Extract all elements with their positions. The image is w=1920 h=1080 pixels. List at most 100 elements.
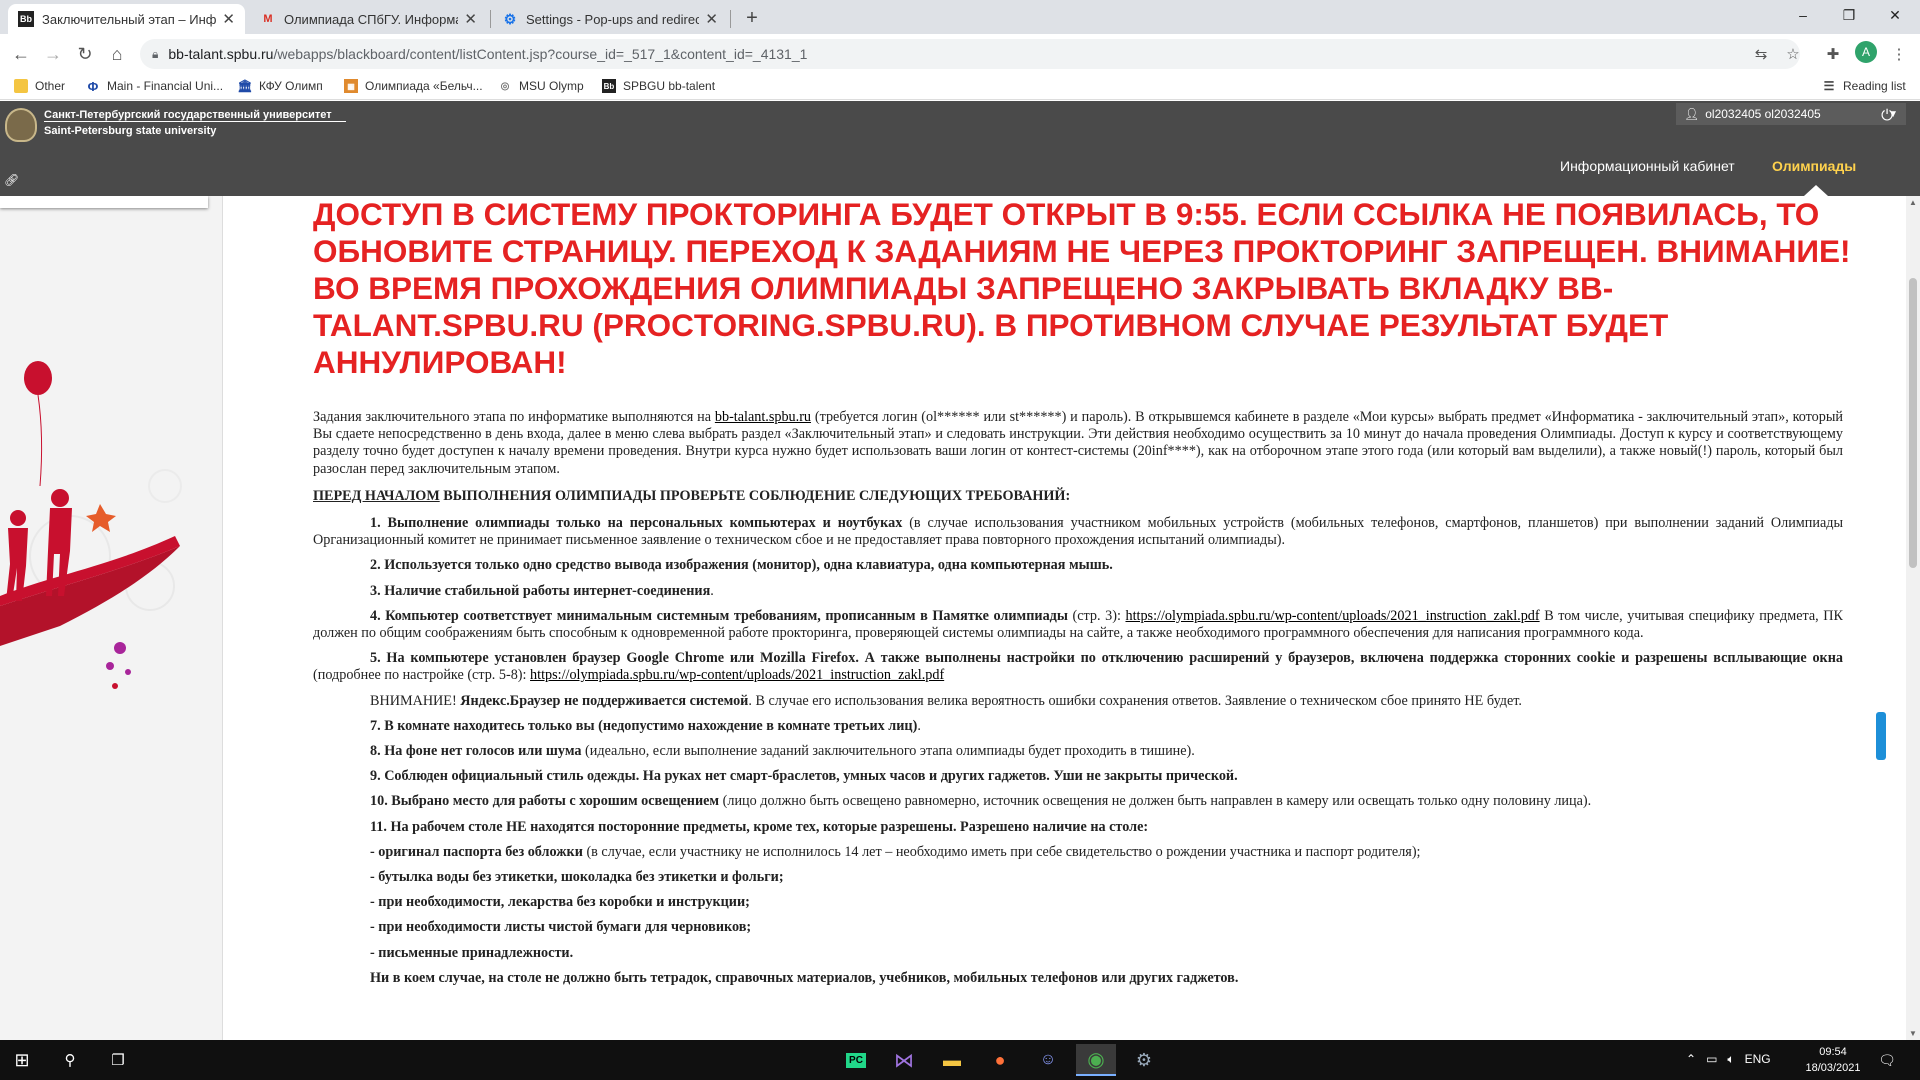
user-icon: 👤︎: [1684, 107, 1700, 121]
gear-icon: ⚙: [503, 10, 517, 27]
back-icon[interactable]: ←: [8, 41, 34, 67]
reading-list[interactable]: ☰ Reading list: [1822, 76, 1906, 96]
tab-separator: [730, 10, 731, 28]
side-widget-tab[interactable]: [1876, 712, 1886, 760]
start-icon[interactable]: ⊞: [2, 1044, 42, 1076]
close-icon[interactable]: ✕: [222, 10, 235, 28]
scroll-down-icon[interactable]: ▼: [1909, 1029, 1917, 1038]
nav-info-cabinet[interactable]: Информационный кабинет: [1560, 158, 1735, 174]
extensions-icon[interactable]: ✚: [1820, 41, 1846, 67]
tab-gmail[interactable]: M Олимпиада СПбГУ. Информати ✕: [250, 4, 487, 34]
note-bold: Ни в коем случае, на столе не должно быт…: [370, 969, 1239, 986]
tab-label: Settings - Pop-ups and redirects: [526, 11, 700, 27]
circle-icon: ◎: [500, 80, 510, 92]
nav-olympiads[interactable]: Олимпиады: [1772, 158, 1856, 174]
blackboard-icon: Bb: [18, 11, 34, 27]
user-menu[interactable]: 👤︎ ol2032405 ol2032405 ▼: [1676, 103, 1906, 125]
volume-icon[interactable]: 🔈︎: [1727, 1052, 1734, 1067]
requirement-9: 9. Соблюден официальный стиль одежды. На…: [313, 768, 1843, 785]
close-icon[interactable]: ✕: [464, 10, 477, 28]
bookmark-other[interactable]: Other: [14, 76, 65, 96]
allowed-item: - оригинал паспорта без обложки (в случа…: [313, 844, 1843, 861]
language-indicator[interactable]: ENG: [1745, 1052, 1771, 1067]
requirement-bold: 1. Выполнение олимпиады только на персон…: [370, 515, 903, 532]
page-scrollbar[interactable]: ▲ ▼: [1906, 196, 1920, 1040]
item-bold: - письменные принадлежности.: [370, 944, 574, 961]
discord-icon[interactable]: ☺: [1028, 1044, 1068, 1076]
new-tab-button[interactable]: +: [738, 4, 766, 32]
tab-separator: [490, 10, 491, 28]
bookmark-belch[interactable]: ▦ Олимпиада «Бельч...: [344, 76, 483, 96]
bb-talant-link[interactable]: bb-talant.spbu.ru: [715, 409, 811, 425]
bookmark-spbgu[interactable]: Bb SPBGU bb-talent: [602, 76, 715, 96]
allowed-item: - письменные принадлежности.: [313, 945, 1843, 962]
reading-list-label: Reading list: [1843, 79, 1906, 93]
translate-icon[interactable]: ⇆: [1748, 41, 1774, 67]
bookmark-msu[interactable]: ◎ MSU Olymp: [498, 76, 584, 96]
star-icon[interactable]: ☆: [1780, 41, 1806, 67]
address-bar[interactable]: 🔒︎ bb-talant.spbu.ru/webapps/blackboard/…: [140, 39, 1800, 69]
home-icon[interactable]: ⌂: [104, 41, 130, 67]
requirement-10: 10. Выбрано место для работы с хорошим о…: [313, 793, 1843, 810]
bookmark-label: MSU Olymp: [519, 79, 584, 93]
clock-date: 18/03/2021: [1805, 1062, 1861, 1074]
instructions-body: Задания заключительного этапа по информа…: [313, 409, 1843, 995]
forward-icon[interactable]: →: [40, 41, 66, 67]
instruction-pdf-link[interactable]: https://olympiada.spbu.ru/wp-content/upl…: [1125, 608, 1539, 624]
bookmark-label: Main - Financial Uni...: [107, 79, 224, 93]
reload-icon[interactable]: ↻: [72, 41, 98, 67]
warning-text: . В случае его использования велика веро…: [748, 692, 1522, 709]
clock[interactable]: 09:54 18/03/2021: [1796, 1044, 1870, 1076]
tab-active[interactable]: Bb Заключительный этап – Инфор ✕: [8, 4, 245, 34]
course-sidebar: [0, 196, 222, 1040]
chevron-up-icon[interactable]: ⌃: [1686, 1052, 1696, 1067]
requirement-text: (стр. 3):: [1067, 607, 1126, 624]
requirement-bold: 7. В комнате находитесь только вы (недоп…: [370, 717, 918, 734]
bb-icon: Bb: [602, 79, 616, 93]
university-name-en: Saint-Petersburg state university: [44, 125, 217, 137]
tab-settings[interactable]: ⚙ Settings - Pop-ups and redirects ✕: [492, 4, 728, 34]
link-icon[interactable]: 🔗︎: [4, 173, 19, 187]
menu-icon[interactable]: ⋮: [1886, 41, 1912, 67]
close-icon[interactable]: ✕: [705, 10, 718, 28]
requirement-bold: 10. Выбрано место для работы с хорошим о…: [370, 793, 720, 810]
scrollbar-thumb[interactable]: [1909, 278, 1917, 568]
firefox-icon[interactable]: ●: [980, 1044, 1020, 1076]
visual-studio-icon[interactable]: ⋈: [884, 1044, 924, 1076]
logout-icon[interactable]: ⏻: [1876, 105, 1898, 125]
university-crest-icon: [5, 108, 37, 142]
item-bold: - оригинал паспорта без обложки: [370, 843, 583, 860]
prohibited-note: Ни в коем случае, на столе не должно быт…: [313, 970, 1843, 987]
network-icon[interactable]: ▭: [1706, 1052, 1717, 1067]
steam-icon[interactable]: ⚙: [1124, 1044, 1164, 1076]
heading-rest: ВЫПОЛНЕНИЯ ОЛИМПИАДЫ ПРОВЕРЬТЕ СОБЛЮДЕНИ…: [439, 487, 1071, 504]
bookmark-financial[interactable]: Φ Main - Financial Uni...: [86, 76, 223, 96]
sidebar-panel: [0, 196, 208, 208]
search-icon[interactable]: ⚲: [50, 1044, 90, 1076]
requirement-bold: 9. Соблюден официальный стиль одежды. На…: [370, 768, 1238, 785]
item-bold: - при необходимости листы чистой бумаги …: [370, 919, 752, 936]
requirement-bold: 8. На фоне нет голосов или шума: [370, 743, 582, 760]
minimize-button[interactable]: –: [1780, 0, 1826, 30]
allowed-item: - при необходимости, лекарства без короб…: [313, 894, 1843, 911]
bookmark-kfu[interactable]: 🏛︎ КФУ Олимп: [237, 76, 322, 96]
tab-label: Заключительный этап – Инфор: [42, 11, 217, 27]
task-view-icon[interactable]: ❐: [98, 1044, 138, 1076]
requirement-2: 2. Используется только одно средство выв…: [313, 557, 1843, 574]
notification-icon[interactable]: 🗨︎: [1875, 1048, 1899, 1072]
url-host: bb-talant.spbu.ru: [168, 46, 274, 62]
instruction-pdf-link[interactable]: https://olympiada.spbu.ru/wp-content/upl…: [530, 667, 944, 683]
requirement-text: .: [917, 717, 921, 734]
chrome-icon[interactable]: ◉: [1076, 1044, 1116, 1076]
scroll-up-icon[interactable]: ▲: [1909, 198, 1917, 207]
requirements-heading: ПЕРЕД НАЧАЛОМ ВЫПОЛНЕНИЯ ОЛИМПИАДЫ ПРОВЕ…: [313, 488, 1843, 505]
bookmarks-bar: Other Φ Main - Financial Uni... 🏛︎ КФУ Оли…: [0, 72, 1920, 100]
close-window-button[interactable]: ✕: [1872, 0, 1918, 30]
pycharm-icon[interactable]: PC: [836, 1044, 876, 1076]
profile-avatar[interactable]: A: [1855, 41, 1877, 63]
bookmark-label: Олимпиада «Бельч...: [365, 79, 483, 93]
bookmark-label: Other: [35, 79, 66, 93]
divider: [44, 121, 346, 122]
explorer-icon[interactable]: ▬: [932, 1044, 972, 1076]
maximize-button[interactable]: ❐: [1826, 0, 1872, 30]
